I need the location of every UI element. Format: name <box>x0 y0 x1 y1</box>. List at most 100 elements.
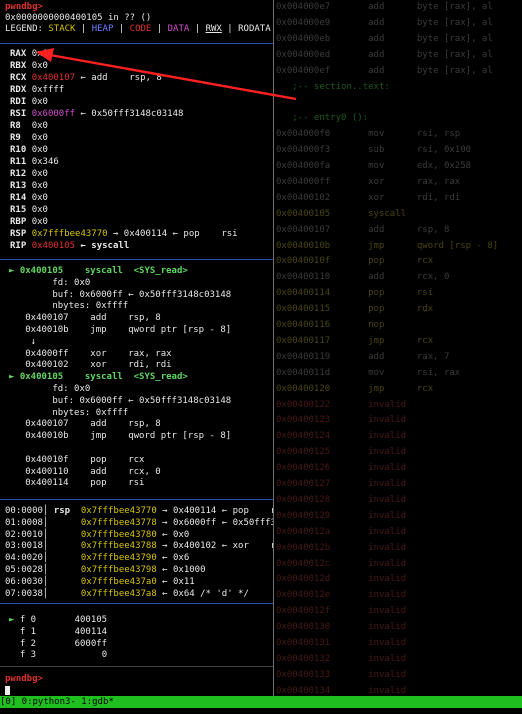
stack-offset: 05:0028│ <box>5 565 54 575</box>
r2-line: 0x00400128 invalid <box>276 494 407 505</box>
register-value: 0x0 <box>31 217 48 227</box>
legend-heap: HEAP <box>91 24 114 34</box>
r2-line: 0x00400123 invalid <box>276 415 407 426</box>
register-row: R10 0x0 <box>10 145 48 156</box>
r2-line: 0x00400115 pop rdx <box>276 304 434 315</box>
disasm-line: 0x40010b jmp qword ptr [rsp - 8] <box>9 431 232 442</box>
r2-line: 0x0040012f invalid <box>276 606 407 617</box>
stack-row: 02:0010│ 0x7fffbee43780 ← 0x0 <box>5 530 189 541</box>
register-name: R9 <box>10 133 32 143</box>
stack-row: 03:0018│ 0x7fffbee43788 → 0x400102 ← xor… <box>5 541 314 552</box>
separator-prompt <box>0 666 273 667</box>
backtrace-row: f 2 6000ff <box>9 639 107 650</box>
tmux-status-bar[interactable]: [0] 0:python3- 1:gdb* <box>0 696 522 708</box>
r2-line: 0x0040010f pop rcx <box>276 256 434 267</box>
backtrace-address: 400114 <box>74 626 108 637</box>
r2-line: 0x00400119 add rax, 7 <box>276 351 450 362</box>
r2-disassembly-pane[interactable]: 0x004000e7 add byte [rax], al 0x004000e9 … <box>274 0 522 696</box>
r2-line: 0x004000ef add byte [rax], al <box>276 65 493 76</box>
r2-line: 0x00400132 invalid <box>276 653 407 664</box>
r2-line: 0x00400124 invalid <box>276 431 407 442</box>
r2-line: 0x004000fa mov edx, 0x258 <box>276 161 472 171</box>
register-name: R13 <box>10 181 32 191</box>
legend-rodata: RODATA <box>238 24 271 34</box>
backtrace-row: f 3 0 <box>9 650 107 661</box>
register-deref: ← add rsp, 8 <box>75 73 162 83</box>
r2-line: 0x00400116 nop <box>276 320 385 330</box>
register-name: RIP <box>10 241 32 251</box>
register-row: RSI 0x6000ff ← 0x50fff3148c03148 <box>10 109 183 120</box>
stack-value: ← 0x64 /* 'd' */ <box>156 588 249 599</box>
register-name: RDI <box>10 97 32 107</box>
backtrace-address: 6000ff <box>74 638 108 649</box>
r2-line: 0x00400134 invalid <box>276 685 407 696</box>
stack-register <box>54 553 76 563</box>
backtrace-marker <box>9 627 20 637</box>
disasm-line: 0x40010f pop rcx <box>9 454 145 465</box>
stack-row: 04:0020│ 0x7fffbee43790 ← 0x6 <box>5 553 189 564</box>
r2-line: 0x00400133 invalid <box>276 669 407 680</box>
r2-line: 0x0040012a invalid <box>276 526 407 537</box>
disasm-line: nbytes: 0xffff <box>9 301 129 312</box>
register-name: RSI <box>10 109 32 119</box>
register-name: R12 <box>10 169 32 179</box>
stack-value: ← 0x0 <box>156 529 190 540</box>
input-cursor[interactable] <box>5 686 10 695</box>
r2-line: ;-- entry0 (): <box>276 113 369 124</box>
register-deref: ← 0x50fff3148c03148 <box>75 109 184 119</box>
backtrace-frame: f 2 <box>19 638 37 649</box>
register-row: R13 0x0 <box>10 181 48 192</box>
register-value: 0x0 <box>31 133 48 143</box>
backtrace-frame: f 3 <box>19 650 37 661</box>
stack-register <box>54 518 76 528</box>
stack-register: rsp <box>53 506 76 516</box>
r2-line: 0x00400102 xor rdi, rdi <box>276 192 461 203</box>
r2-line: 0x004000eb add byte [rax], al <box>276 33 493 44</box>
register-value: 0x0 <box>31 49 48 59</box>
register-row: R8 0x0 <box>10 121 48 132</box>
r2-line: 0x00400131 invalid <box>276 638 407 648</box>
r2-line: 0x00400127 invalid <box>276 479 407 489</box>
register-row: RBX 0x0 <box>10 61 48 72</box>
r2-line: 0x0040012d invalid <box>276 574 407 585</box>
disasm-line: buf: 0x6000ff ← 0x50fff3148c03148 <box>9 289 232 300</box>
stack-register <box>54 577 76 587</box>
register-name: R11 <box>10 157 32 167</box>
register-row: R15 0x0 <box>10 205 48 216</box>
r2-line: 0x004000e7 add byte [rax], al <box>276 2 493 12</box>
r2-line: 0x0040012e invalid <box>276 590 407 601</box>
gdb-pane[interactable]: pwndbg> 0x0000000000400105 in ?? () LEGE… <box>0 0 325 696</box>
stack-register <box>54 530 76 540</box>
stack-address: 0x7fffbee43788 <box>75 541 157 552</box>
disasm-line: ► 0x400105 syscall <SYS_read> <box>9 266 188 276</box>
disasm-line: 0x4000ff xor rax, rax <box>9 348 172 359</box>
backtrace-address: 400105 <box>74 615 108 625</box>
register-deref: → 0x400114 ← pop rsi <box>107 229 238 239</box>
stack-value: ← 0x6 <box>156 553 190 564</box>
stack-row: 07:0038│ 0x7fffbee437a8 ← 0x64 /* 'd' */ <box>5 589 249 600</box>
legend-sep: | <box>113 24 130 34</box>
stop-location: 0x0000000000400105 in ?? () <box>5 13 152 23</box>
stack-row: 00:0000│ rsp 0x7fffbee43770 → 0x400114 ←… <box>5 506 287 517</box>
stack-offset: 07:0038│ <box>5 588 54 599</box>
legend-data: DATA <box>167 24 190 34</box>
register-value: 0x0 <box>31 193 48 203</box>
stack-address: 0x7fffbee43778 <box>75 517 157 528</box>
register-row: RSP 0x7fffbee43770 → 0x400114 ← pop rsi <box>10 229 238 240</box>
r2-line: 0x00400129 invalid <box>276 510 407 521</box>
backtrace-marker: ► <box>9 615 20 625</box>
disasm-line: ► 0x400105 syscall <SYS_read> <box>9 372 188 383</box>
register-row: R9 0x0 <box>10 133 48 144</box>
r2-line: 0x004000ed add byte [rax], al <box>276 49 493 60</box>
stack-row: 06:0030│ 0x7fffbee437a0 ← 0x11 <box>5 577 195 588</box>
stack-register <box>54 541 76 551</box>
stack-address: 0x7fffbee437a0 <box>75 576 157 587</box>
legend-rwx: RWX <box>205 24 222 34</box>
disasm-line: 0x40010b jmp qword ptr [rsp - 8] <box>9 325 232 335</box>
backtrace-marker <box>9 650 20 660</box>
r2-line: 0x00400107 add rsp, 8 <box>276 224 450 235</box>
legend: LEGEND: STACK | HEAP | CODE | DATA | RWX… <box>5 24 271 35</box>
stack-address: 0x7fffbee437a8 <box>75 588 157 599</box>
register-value: 0x0 <box>31 145 48 155</box>
disasm-line: 0x400107 add rsp, 8 <box>9 313 161 324</box>
